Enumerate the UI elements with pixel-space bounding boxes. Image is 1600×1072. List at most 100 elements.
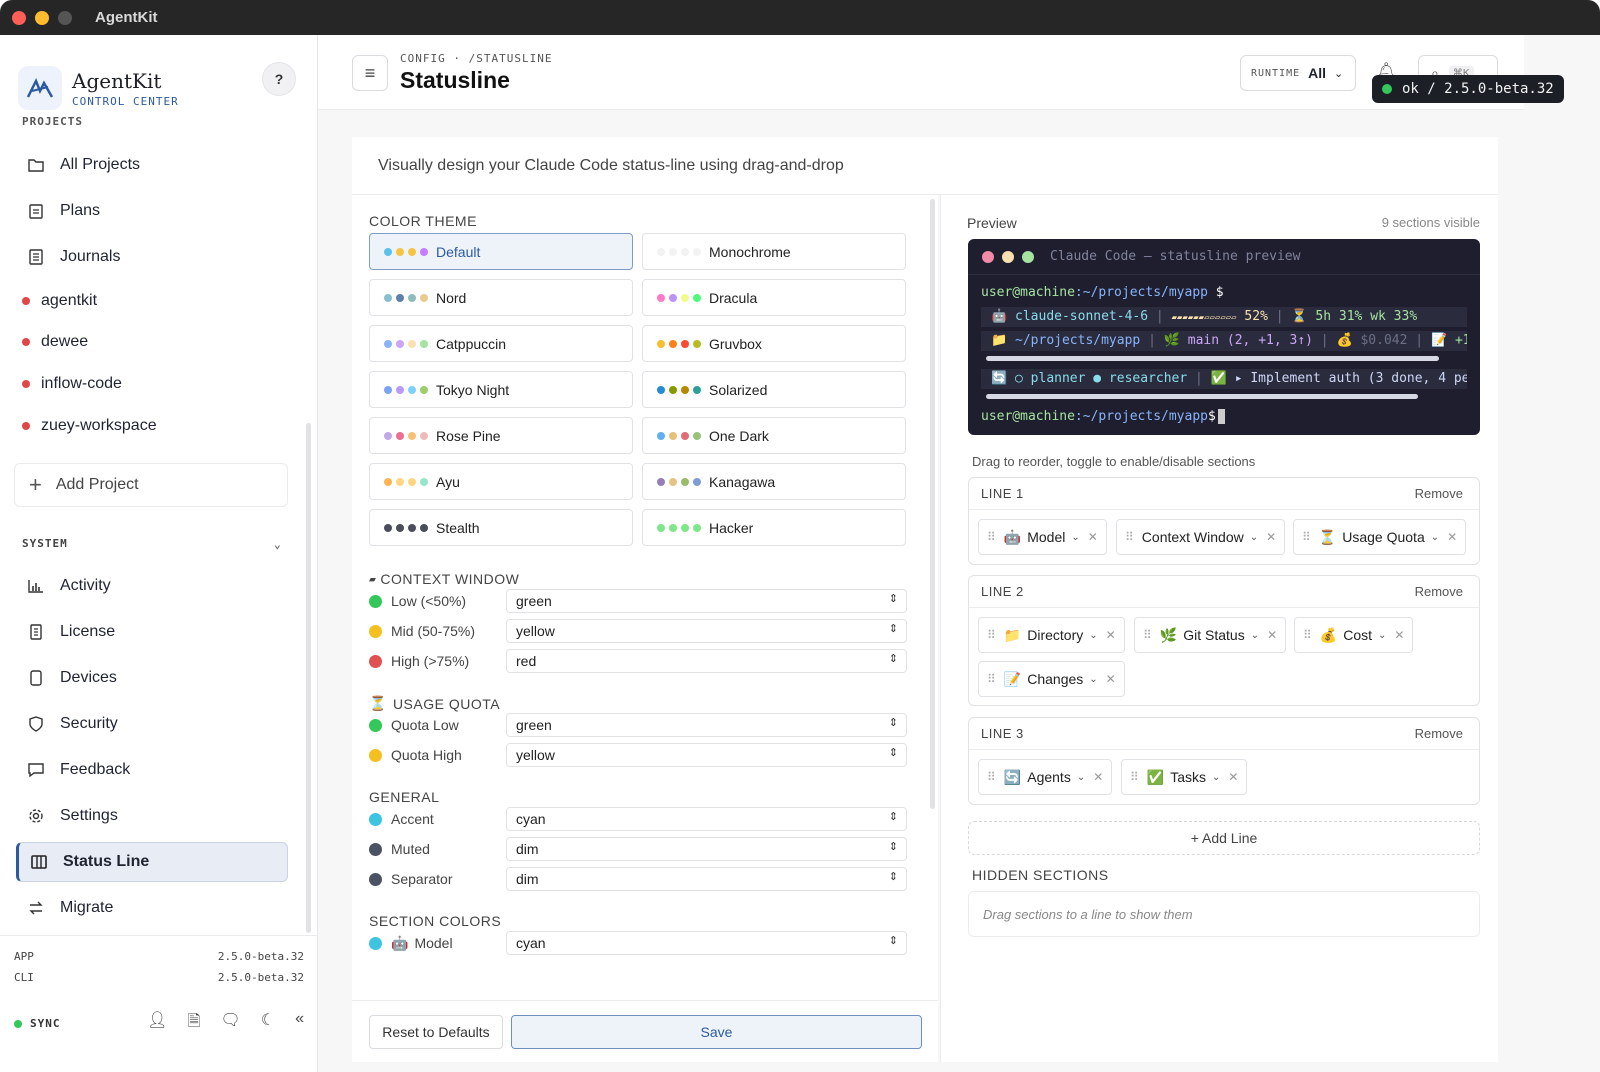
color-select[interactable]: cyan ⇕ — [506, 931, 907, 955]
chat-icon[interactable]: 🗨 — [220, 1010, 240, 1037]
runtime-select[interactable]: RUNTIME All ⌄ — [1240, 55, 1356, 91]
sync-status[interactable]: SYNC — [14, 1017, 61, 1030]
chevron-down-icon[interactable]: ⌄ — [1431, 532, 1439, 543]
remove-section-icon[interactable]: ✕ — [1447, 530, 1457, 544]
system-section-header[interactable]: SYSTEM ⌄ — [22, 537, 282, 551]
section-chip-directory[interactable]: ⠿ 📁 Directory ⌄ ✕ — [978, 617, 1125, 653]
moon-icon[interactable]: ☾ — [261, 1010, 275, 1037]
theme-option-monochrome[interactable]: Monochrome — [642, 233, 906, 270]
nav-migrate[interactable]: Migrate — [16, 888, 288, 928]
nav-license[interactable]: License — [16, 612, 288, 652]
remove-section-icon[interactable]: ✕ — [1228, 770, 1238, 784]
remove-line-button[interactable]: Remove — [1415, 486, 1463, 501]
document-icon[interactable]: 🗎 — [188, 1010, 201, 1037]
section-chip-git-status[interactable]: ⠿ 🌿 Git Status ⌄ ✕ — [1134, 617, 1287, 653]
color-select[interactable]: cyan ⇕ — [506, 807, 907, 831]
sidebar-scrollbar[interactable] — [306, 423, 311, 933]
remove-section-icon[interactable]: ✕ — [1093, 770, 1103, 784]
minimize-window-button[interactable] — [35, 10, 49, 25]
theme-option-hacker[interactable]: Hacker — [642, 509, 906, 546]
theme-option-default[interactable]: Default — [369, 233, 633, 270]
drag-handle-icon[interactable]: ⠿ — [1143, 628, 1152, 642]
theme-option-kanagawa[interactable]: Kanagawa — [642, 463, 906, 500]
save-button[interactable]: Save — [511, 1015, 922, 1049]
nav-plans[interactable]: Plans — [16, 191, 288, 231]
project-item-dewee[interactable]: dewee — [22, 327, 88, 357]
color-select[interactable]: dim ⇕ — [506, 867, 907, 891]
section-chip-context-window[interactable]: ⠿ Context Window ⌄ ✕ — [1116, 519, 1286, 555]
menu-button[interactable]: ≡ — [352, 55, 388, 91]
project-item-agentkit[interactable]: agentkit — [22, 286, 97, 316]
chevron-down-icon[interactable]: ⌄ — [1077, 772, 1085, 783]
nav-journals[interactable]: Journals — [16, 237, 288, 277]
collapse-sidebar-icon[interactable]: « — [295, 1010, 304, 1037]
theme-option-gruvbox[interactable]: Gruvbox — [642, 325, 906, 362]
nav-feedback[interactable]: Feedback — [16, 750, 288, 790]
panel-scrollbar[interactable] — [930, 199, 935, 809]
nav-devices[interactable]: Devices — [16, 658, 288, 698]
theme-option-stealth[interactable]: Stealth — [369, 509, 633, 546]
drag-handle-icon[interactable]: ⠿ — [1302, 530, 1311, 544]
add-line-button[interactable]: + Add Line — [968, 821, 1480, 855]
hidden-sections-dropzone[interactable]: Drag sections to a line to show them — [968, 891, 1480, 937]
nav-status-line[interactable]: Status Line — [16, 842, 288, 882]
theme-option-rose-pine[interactable]: Rose Pine — [369, 417, 633, 454]
theme-option-tokyo-night[interactable]: Tokyo Night — [369, 371, 633, 408]
reset-defaults-button[interactable]: Reset to Defaults — [369, 1015, 503, 1049]
remove-section-icon[interactable]: ✕ — [1106, 672, 1116, 686]
chevron-down-icon[interactable]: ⌄ — [1071, 532, 1079, 543]
theme-option-ayu[interactable]: Ayu — [369, 463, 633, 500]
project-label: agentkit — [41, 292, 98, 309]
color-select[interactable]: green ⇕ — [506, 713, 907, 737]
theme-option-catppuccin[interactable]: Catppuccin — [369, 325, 633, 362]
add-project-button[interactable]: + Add Project — [14, 463, 288, 507]
chevron-down-icon[interactable]: ⌄ — [1089, 630, 1097, 641]
section-chip-changes[interactable]: ⠿ 📝 Changes ⌄ ✕ — [978, 661, 1125, 697]
drag-handle-icon[interactable]: ⠿ — [987, 770, 996, 784]
section-chip-model[interactable]: ⠿ 🤖 Model ⌄ ✕ — [978, 519, 1107, 555]
chevron-down-icon[interactable]: ⌄ — [1378, 630, 1386, 641]
nav-settings[interactable]: Settings — [16, 796, 288, 836]
drag-handle-icon[interactable]: ⠿ — [987, 672, 996, 686]
color-select[interactable]: dim ⇕ — [506, 837, 907, 861]
nav-security[interactable]: Security — [16, 704, 288, 744]
color-select[interactable]: green ⇕ — [506, 589, 907, 613]
chevron-down-icon[interactable]: ⌄ — [1251, 630, 1259, 641]
remove-section-icon[interactable]: ✕ — [1267, 628, 1277, 642]
drag-handle-icon[interactable]: ⠿ — [987, 628, 996, 642]
section-chip-usage-quota[interactable]: ⠿ ⏳ Usage Quota ⌄ ✕ — [1293, 519, 1467, 555]
user-icon[interactable]: 👤︎ — [147, 1010, 167, 1037]
section-chip-cost[interactable]: ⠿ 💰 Cost ⌄ ✕ — [1294, 617, 1414, 653]
project-item-inflow-code[interactable]: inflow-code — [22, 369, 122, 399]
drag-handle-icon[interactable]: ⠿ — [1125, 530, 1134, 544]
swatch-dot — [420, 523, 428, 532]
chevron-down-icon[interactable]: ⌄ — [1089, 674, 1097, 685]
theme-option-nord[interactable]: Nord — [369, 279, 633, 316]
section-chip-tasks[interactable]: ⠿ ✅ Tasks ⌄ ✕ — [1121, 759, 1248, 795]
drag-handle-icon[interactable]: ⠿ — [1130, 770, 1139, 784]
theme-option-dracula[interactable]: Dracula — [642, 279, 906, 316]
zoom-window-button[interactable] — [58, 10, 72, 25]
remove-line-button[interactable]: Remove — [1415, 584, 1463, 599]
remove-section-icon[interactable]: ✕ — [1266, 530, 1276, 544]
remove-section-icon[interactable]: ✕ — [1394, 628, 1404, 642]
theme-option-one-dark[interactable]: One Dark — [642, 417, 906, 454]
drag-handle-icon[interactable]: ⠿ — [987, 530, 996, 544]
remove-line-button[interactable]: Remove — [1415, 726, 1463, 741]
chevron-down-icon[interactable]: ⌄ — [1212, 772, 1220, 783]
nav-all-projects[interactable]: All Projects — [16, 145, 288, 185]
color-select[interactable]: red ⇕ — [506, 649, 907, 673]
section-chip-agents[interactable]: ⠿ 🔄 Agents ⌄ ✕ — [978, 759, 1113, 795]
close-window-button[interactable] — [12, 10, 26, 25]
nav-activity[interactable]: Activity — [16, 566, 288, 606]
chevron-down-icon[interactable]: ⌄ — [1250, 532, 1258, 543]
help-button[interactable]: ? — [262, 62, 296, 96]
color-select[interactable]: yellow ⇕ — [506, 619, 907, 643]
drag-handle-icon[interactable]: ⠿ — [1303, 628, 1312, 642]
theme-option-solarized[interactable]: Solarized — [642, 371, 906, 408]
project-item-zuey-workspace[interactable]: zuey-workspace — [22, 411, 157, 441]
color-select[interactable]: yellow ⇕ — [506, 743, 907, 767]
remove-section-icon[interactable]: ✕ — [1088, 530, 1098, 544]
remove-section-icon[interactable]: ✕ — [1106, 628, 1116, 642]
projects-section-header[interactable]: PROJECTS — [22, 115, 282, 127]
